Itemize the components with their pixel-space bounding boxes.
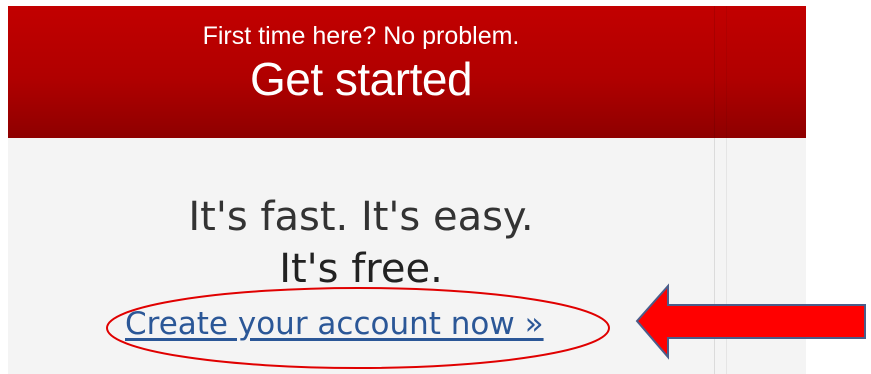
create-account-link[interactable]: Create your account now » [125, 306, 544, 342]
page: First time here? No problem. Get started… [0, 0, 871, 374]
column-divider [714, 6, 715, 374]
tagline-free: It's free. [279, 246, 443, 292]
header-banner: First time here? No problem. Get started [8, 6, 806, 138]
column-divider-secondary [726, 6, 727, 374]
tagline-fast-easy: It's fast. It's easy. [188, 194, 534, 240]
header-title: Get started [249, 53, 473, 105]
header-subtitle: First time here? No problem. [202, 22, 520, 50]
